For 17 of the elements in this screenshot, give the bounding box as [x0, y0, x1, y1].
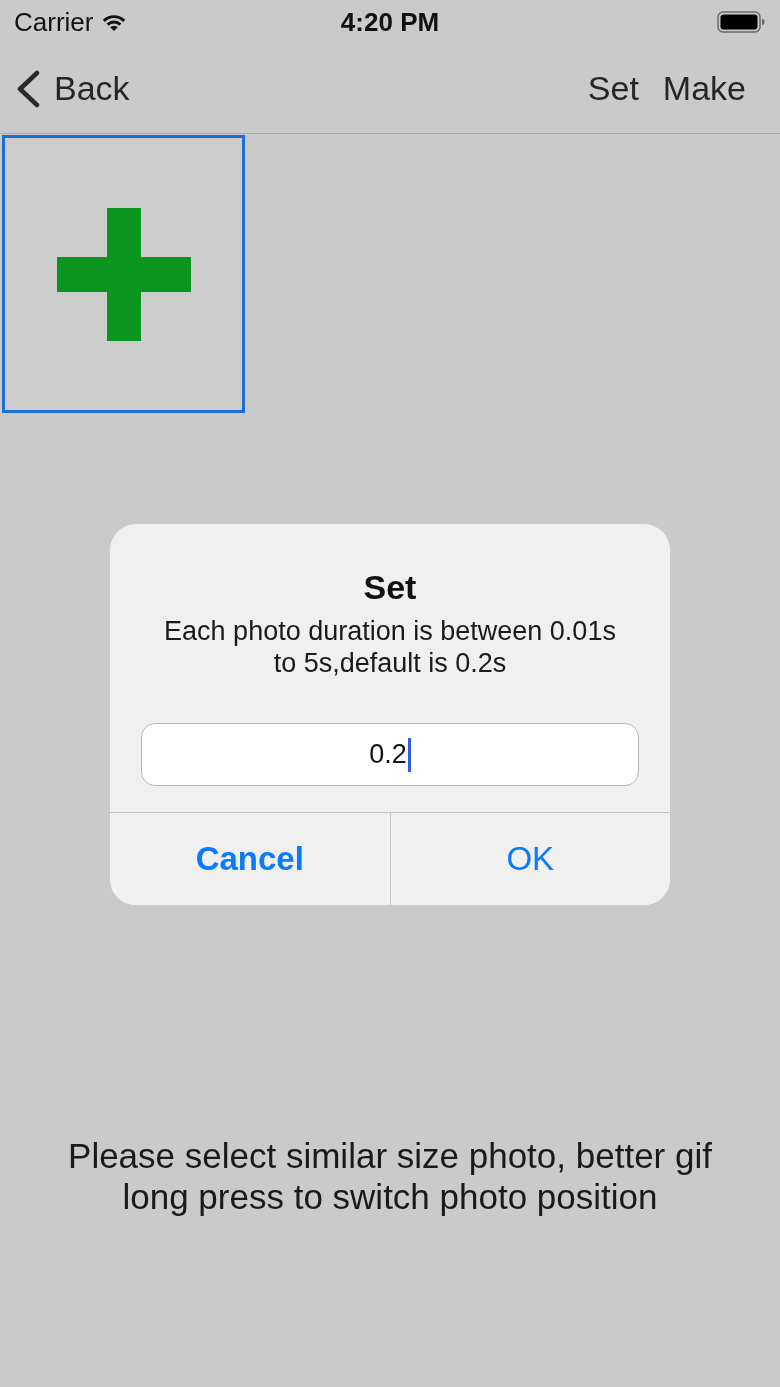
back-chevron-icon: [16, 69, 40, 108]
add-photo-tile[interactable]: [2, 135, 245, 413]
plus-icon: [56, 207, 191, 341]
input-value: 0.2: [369, 741, 407, 768]
hint-text: Please select similar size photo, better gif: [68, 1135, 712, 1176]
dialog-message: Each photo duration is between 0.01s to 5s,default is 0.2s: [163, 615, 617, 679]
wifi-icon: [101, 12, 128, 32]
duration-input-field[interactable]: 0.2: [141, 723, 639, 786]
battery-icon: [717, 11, 765, 33]
back-button[interactable]: Back: [16, 63, 130, 114]
status-time: 4:20 PM: [340, 9, 440, 35]
carrier-label: Carrier: [14, 9, 94, 35]
nav-action-button[interactable]: Set: [587, 63, 639, 114]
nav-action-button[interactable]: Make: [662, 63, 746, 114]
hint-text: long press to switch photo position: [122, 1176, 658, 1217]
dialog-title: Set: [363, 568, 417, 606]
ok-button[interactable]: OK: [389, 813, 670, 905]
